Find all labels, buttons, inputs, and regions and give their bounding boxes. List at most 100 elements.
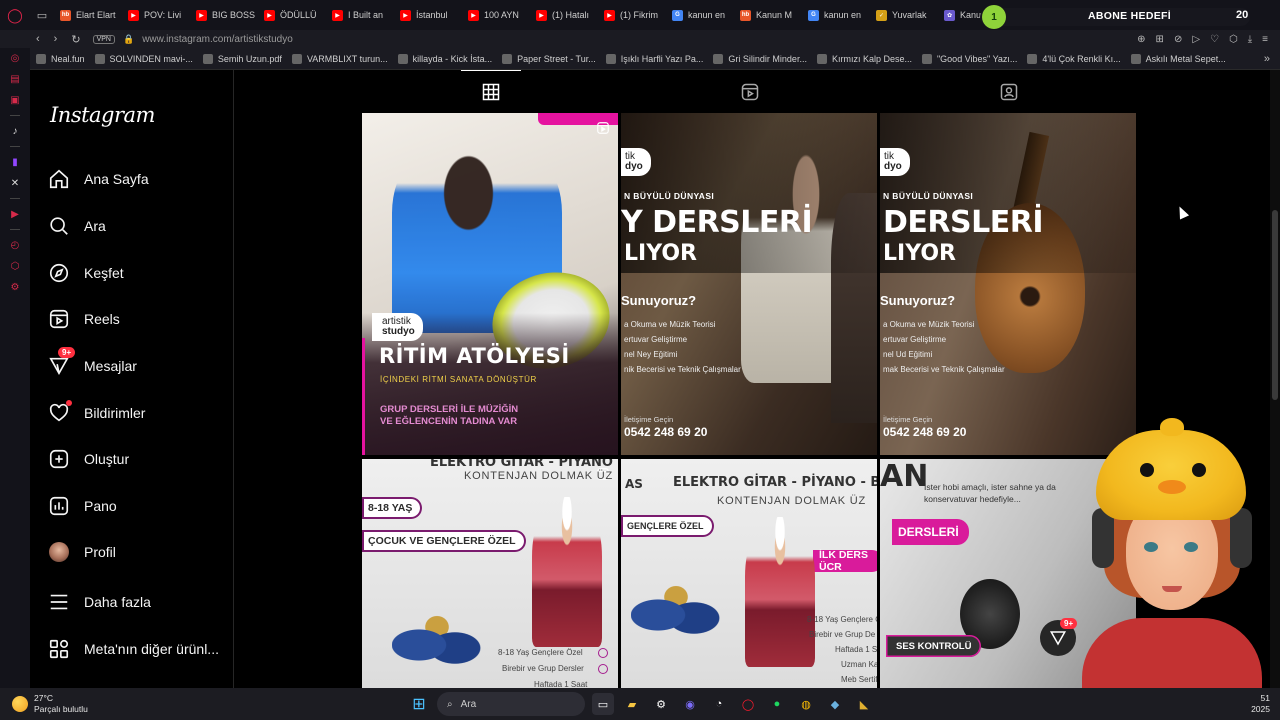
forward-icon[interactable]: › xyxy=(54,33,58,46)
bookmark-item[interactable]: Gri Silindir Minder... xyxy=(713,53,817,64)
nav-more[interactable]: Daha fazla xyxy=(48,587,151,617)
nav-messages[interactable]: 9+ Mesajlar xyxy=(48,347,137,381)
nav-meta-products[interactable]: Meta'nın diğer ürünl... xyxy=(48,634,219,664)
taskbar-clock[interactable]: 51 2025 xyxy=(1251,693,1270,715)
bookmark-label: Askılı Metal Sepet... xyxy=(1145,53,1226,64)
browser-tab[interactable]: ▶ (1) Hatalı xyxy=(530,4,598,26)
app-icon[interactable]: ◣ xyxy=(853,693,875,715)
bookmark-item[interactable]: Semih Uzun.pdf xyxy=(202,53,292,64)
nav-explore[interactable]: Keşfet xyxy=(48,258,124,288)
browser-tab[interactable]: hb Elart Elart xyxy=(54,4,122,26)
sidebar-tiktok-icon[interactable]: ♪ xyxy=(9,125,21,137)
weather-widget[interactable]: 27°C Parçalı bulutlu xyxy=(12,693,88,715)
bookmark-item[interactable]: VARMBLIXT turun... xyxy=(291,53,398,64)
post-ritim-atolyesi[interactable]: artistik studyo RİTİM ATÖLYESİ İÇİNDEKİ R… xyxy=(362,113,618,455)
tab-tagged[interactable] xyxy=(979,70,1039,113)
extensions-icon[interactable]: ⬡ xyxy=(1229,34,1238,45)
nav-notifications[interactable]: Bildirimler xyxy=(48,398,145,428)
discord-icon[interactable]: ◉ xyxy=(679,693,701,715)
sidebar-twitch-icon[interactable]: ▮ xyxy=(9,156,21,168)
sidebar-extension-icon[interactable]: ⬡ xyxy=(9,260,21,272)
taskbar-search[interactable]: ⌕ Ara xyxy=(437,692,585,716)
sidebar-player-icon[interactable]: ▶ xyxy=(9,208,21,220)
profile-tabs xyxy=(362,70,1138,113)
settings-icon[interactable]: ⚙ xyxy=(650,693,672,715)
spotify-icon[interactable]: ● xyxy=(766,693,788,715)
sidebar-x-icon[interactable]: ✕ xyxy=(9,177,21,189)
bookmark-item[interactable]: 4'lü Çok Renkli Kı... xyxy=(1027,53,1130,64)
obs-icon[interactable]: ◔ xyxy=(708,693,730,715)
nav-profile[interactable]: Profil xyxy=(48,537,116,567)
vpn-badge[interactable]: VPN xyxy=(92,34,115,44)
play-icon[interactable]: ▷ xyxy=(1192,34,1200,45)
bookmark-favicon-icon xyxy=(94,53,105,64)
browser-tab[interactable]: hb Kanun M xyxy=(734,4,802,26)
browser-tab[interactable]: ▶ POV: Livi xyxy=(122,4,190,26)
lock-icon[interactable]: 🔒 xyxy=(123,34,134,45)
adblock-icon[interactable]: ⊘ xyxy=(1174,34,1182,45)
bookmark-item[interactable]: Kırmızı Kalp Dese... xyxy=(816,53,922,64)
windows-start-icon[interactable]: ⊞ xyxy=(408,693,430,715)
browser-tab[interactable]: ✓ Yuvarlak xyxy=(870,4,938,26)
back-icon[interactable]: ‹ xyxy=(36,33,40,46)
browser-tab[interactable]: Gkanun en xyxy=(666,4,734,26)
messages-fab[interactable]: 9+ xyxy=(1040,618,1078,656)
task-view-icon[interactable]: ▭ xyxy=(592,693,614,715)
chrome-icon[interactable]: ◍ xyxy=(795,693,817,715)
bookmark-item[interactable]: Paper Street - Tur... xyxy=(502,53,606,64)
browser-tab[interactable]: ▶ (1) Fikrim xyxy=(598,4,666,26)
instagram-logo[interactable]: Instagram xyxy=(50,103,155,127)
duck-hat-tuft xyxy=(1160,418,1184,436)
browser-tab[interactable]: ▶ 100 AYN xyxy=(462,4,530,26)
nav-reels[interactable]: Reels xyxy=(48,304,120,334)
bookmark-item[interactable]: Işıklı Harfli Yazı Pa... xyxy=(605,53,714,64)
heart-icon[interactable]: ♡ xyxy=(1210,34,1219,45)
hamburger-icon xyxy=(48,591,70,613)
nav-dashboard[interactable]: Pano xyxy=(48,491,117,521)
sidebar-mail-icon[interactable]: ▣ xyxy=(9,94,21,106)
sidebar-feed-icon[interactable]: ▤ xyxy=(9,73,21,85)
download-icon[interactable]: ⤓ xyxy=(1248,34,1252,45)
bookmarks-more-icon[interactable]: » xyxy=(1264,53,1280,65)
feature-item: Meb Sertifi xyxy=(841,675,877,684)
post-ney-dersleri[interactable]: tik dyo N BÜYÜLÜ DÜNYASI Y DERSLERİ LIYOR… xyxy=(621,113,877,455)
bookmark-item[interactable]: SOLVINDEN mavi-... xyxy=(94,53,203,64)
bookmark-favicon-icon xyxy=(397,53,408,64)
post-ud-dersleri[interactable]: tik dyo N BÜYÜLÜ DÜNYASI DERSLERİ LIYOR S… xyxy=(880,113,1136,455)
browser-tab[interactable]: Gkanun en xyxy=(802,4,870,26)
opera-icon[interactable]: ◯ xyxy=(737,693,759,715)
bookmark-item[interactable]: killayda - Kick İsta... xyxy=(397,53,503,64)
nav-search[interactable]: Ara xyxy=(48,211,106,241)
reload-icon[interactable]: ↻ xyxy=(71,33,80,46)
page-scrollbar[interactable] xyxy=(1270,70,1280,688)
nav-create[interactable]: Oluştur xyxy=(48,444,129,474)
tab-reels[interactable] xyxy=(720,70,780,113)
browser-tab[interactable]: ▶ I Built an xyxy=(326,4,394,26)
file-explorer-icon[interactable]: ▰ xyxy=(621,693,643,715)
opera-logo-icon[interactable]: ◯ xyxy=(0,0,30,30)
post-elektro-gitar-1[interactable]: ELEKTRO GİTAR - PİYANO - BA KONTENJAN DO… xyxy=(362,459,618,688)
bookmark-item[interactable]: "Good Vibes" Yazı... xyxy=(921,53,1027,64)
nav-home[interactable]: Ana Sayfa xyxy=(48,164,149,194)
browser-tab[interactable]: ▶ BIG BOSS xyxy=(190,4,258,26)
browser-tab[interactable]: ▶ İstanbul xyxy=(394,4,462,26)
bookmark-item[interactable]: Askılı Metal Sepet... xyxy=(1130,53,1236,64)
url-field[interactable]: www.instagram.com/artistikstudyo xyxy=(142,34,293,45)
workspaces-icon[interactable]: ▭ xyxy=(30,9,54,22)
menu-icon[interactable]: ≡ xyxy=(1262,34,1268,45)
post-contact-label: İletişime Geçin xyxy=(883,415,933,424)
zoom-icon[interactable]: ⊕ xyxy=(1137,34,1145,45)
tab-label: Kanun M xyxy=(756,10,793,20)
browser-tab[interactable]: ▶ ÖDÜLLÜ xyxy=(258,4,326,26)
bookmark-item[interactable]: Neal.fun xyxy=(36,53,95,64)
sidebar-settings-icon[interactable]: ⚙ xyxy=(9,281,21,293)
scrollbar-thumb[interactable] xyxy=(1272,210,1278,400)
sidebar-history-icon[interactable]: ◴ xyxy=(9,239,21,251)
sidebar-aria-icon[interactable]: ◎ xyxy=(9,52,21,64)
camera-icon[interactable]: ⊞ xyxy=(1156,34,1164,45)
tab-posts[interactable] xyxy=(461,70,522,113)
brand-badge: artistik studyo xyxy=(372,313,423,341)
post-elektro-gitar-2[interactable]: AS ELEKTRO GİTAR - PİYANO - BA KONTENJAN… xyxy=(621,459,877,688)
app-icon[interactable]: ◆ xyxy=(824,693,846,715)
avatar-eye xyxy=(1144,542,1158,552)
